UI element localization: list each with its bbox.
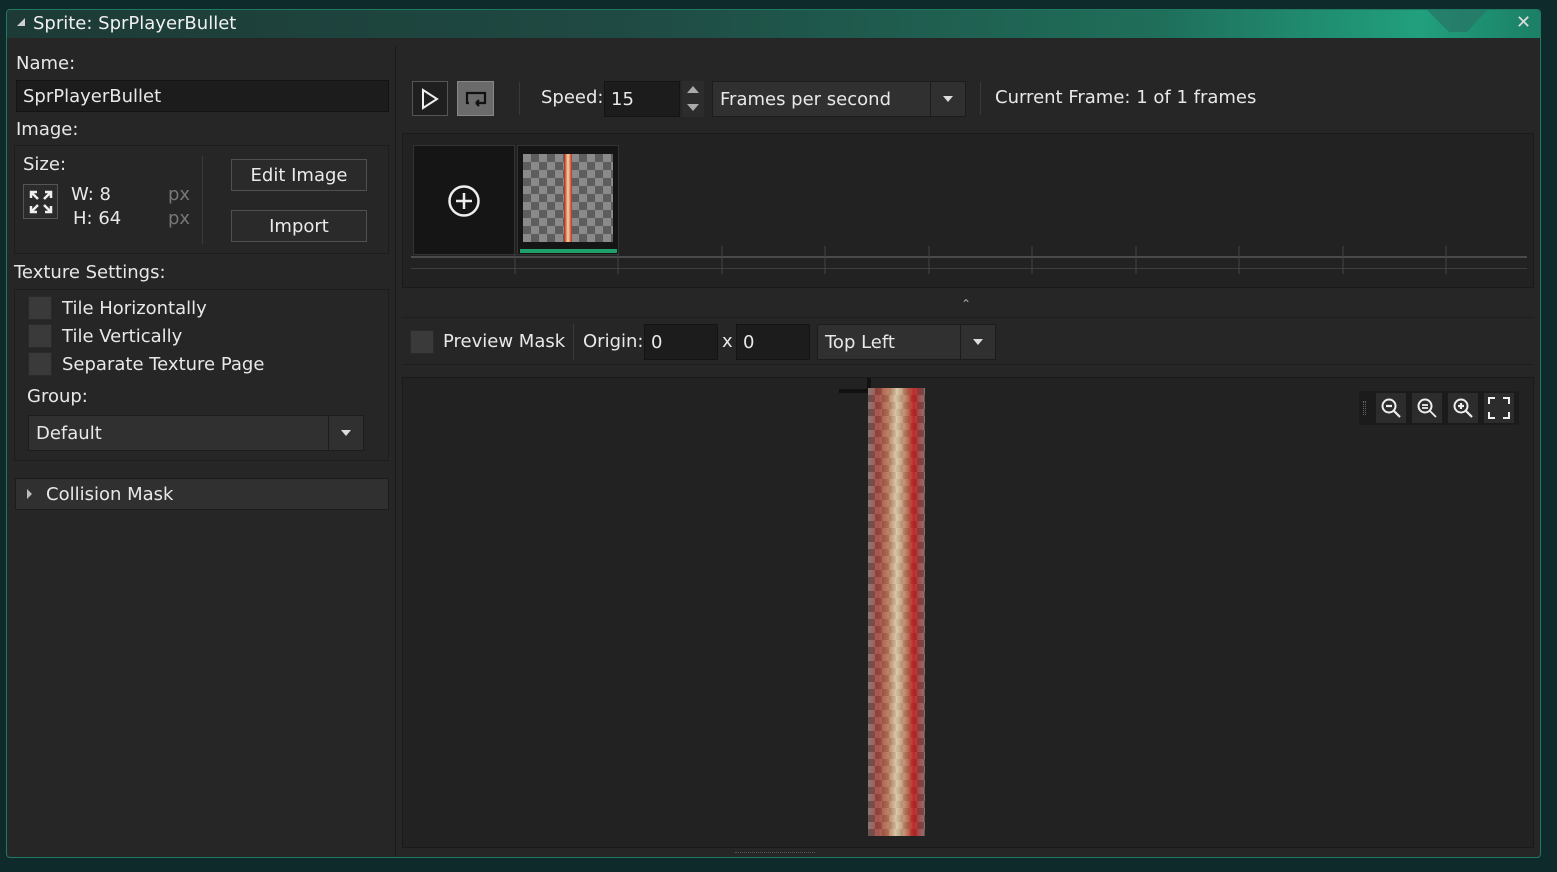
origin-y-input[interactable]: 0 (736, 324, 810, 360)
sprite-editor-window: Sprite: SprPlayerBullet ✕ Name: SprPlaye… (6, 9, 1541, 858)
separate-texture-page-checkbox[interactable] (28, 352, 52, 376)
add-circle-icon (448, 185, 480, 217)
expand-arrow-icon[interactable] (27, 489, 32, 499)
preview-mask-checkbox[interactable] (410, 330, 434, 354)
frames-strip (402, 133, 1534, 288)
speed-label: Speed: (541, 87, 604, 108)
title-notch-decoration (1427, 10, 1487, 32)
toolbar-divider (519, 82, 520, 115)
fit-to-screen-icon[interactable] (1484, 393, 1514, 423)
size-label: Size: (23, 154, 67, 175)
collapse-up-icon[interactable]: ⌃ (961, 297, 971, 311)
chevron-down-icon[interactable] (687, 104, 699, 111)
collision-mask-header[interactable]: Collision Mask (15, 478, 389, 510)
current-frame-text: Current Frame: 1 of 1 frames (995, 87, 1257, 108)
image-size-panel: Size: W: 8 px H: 64 px Edit Image Import (14, 145, 389, 254)
playback-toolbar: Speed: 15 Frames per second Current Fram… (402, 76, 1534, 121)
edit-image-button[interactable]: Edit Image (231, 159, 367, 191)
width-value: W: 8 (71, 184, 111, 205)
speed-input[interactable]: 15 (604, 81, 680, 117)
toolbar-divider (980, 82, 981, 115)
origin-divider (573, 324, 574, 360)
origin-separator: x (722, 331, 733, 352)
bullet-sprite (868, 388, 925, 836)
texture-settings-panel: Tile Horizontally Tile Vertically Separa… (14, 289, 389, 461)
bullet-sprite-thumb (564, 154, 572, 242)
sprite-preview (868, 388, 925, 836)
panel-splitter[interactable] (395, 46, 396, 857)
tile-vertically-checkbox[interactable] (28, 324, 52, 348)
window-title: Sprite: SprPlayerBullet (33, 13, 237, 34)
origin-crosshair-h (839, 389, 869, 393)
origin-label: Origin: (583, 331, 644, 352)
preview-mask-label: Preview Mask (443, 331, 566, 352)
height-value: H: 64 (73, 208, 122, 229)
image-label: Image: (16, 119, 79, 140)
group-label: Group: (27, 386, 88, 407)
timeline-ticks (514, 246, 1447, 274)
sprite-canvas[interactable] (402, 377, 1534, 848)
zoom-toolbar (1359, 391, 1519, 425)
origin-preset-dropdown[interactable]: Top Left (817, 324, 996, 360)
width-unit: px (168, 184, 191, 205)
origin-bar: Preview Mask Origin: 0 x 0 Top Left (402, 317, 1534, 365)
tile-horizontally-checkbox[interactable] (28, 296, 52, 320)
close-icon[interactable]: ✕ (1516, 12, 1531, 33)
chevron-down-icon[interactable] (930, 82, 965, 116)
group-dropdown-value: Default (36, 422, 102, 444)
chevron-down-icon[interactable] (960, 325, 995, 359)
chevron-up-icon[interactable] (687, 86, 699, 93)
resize-icon[interactable] (23, 184, 58, 219)
chevron-down-icon[interactable] (328, 416, 363, 450)
drag-handle-icon[interactable] (1363, 401, 1366, 415)
resize-grip-icon[interactable] (735, 852, 815, 855)
tile-horizontally-label: Tile Horizontally (62, 298, 207, 319)
play-icon[interactable] (412, 81, 448, 116)
loop-icon[interactable] (457, 81, 494, 116)
origin-x-input[interactable]: 0 (644, 324, 718, 360)
sprite-name-input[interactable]: SprPlayerBullet (16, 80, 389, 112)
origin-preset-value: Top Left (825, 331, 895, 353)
frame-thumbnail[interactable] (517, 145, 619, 255)
zoom-in-icon[interactable] (1448, 393, 1478, 423)
title-bar[interactable]: Sprite: SprPlayerBullet ✕ (7, 10, 1540, 38)
frame-thumbnail-image (523, 154, 613, 242)
add-frame-button[interactable] (413, 145, 515, 255)
zoom-out-icon[interactable] (1376, 393, 1406, 423)
speed-stepper[interactable] (682, 81, 704, 117)
import-button[interactable]: Import (231, 210, 367, 242)
speed-mode-value: Frames per second (720, 88, 891, 110)
size-divider (202, 156, 203, 244)
collapse-triangle-icon[interactable] (17, 18, 25, 26)
speed-mode-dropdown[interactable]: Frames per second (712, 81, 966, 117)
group-dropdown[interactable]: Default (28, 415, 364, 451)
tile-vertically-label: Tile Vertically (62, 326, 183, 347)
collision-mask-label: Collision Mask (46, 484, 174, 505)
height-unit: px (168, 208, 191, 229)
name-label: Name: (16, 53, 76, 74)
texture-settings-label: Texture Settings: (14, 262, 166, 283)
zoom-reset-icon[interactable] (1412, 393, 1442, 423)
separate-texture-page-label: Separate Texture Page (62, 354, 265, 375)
